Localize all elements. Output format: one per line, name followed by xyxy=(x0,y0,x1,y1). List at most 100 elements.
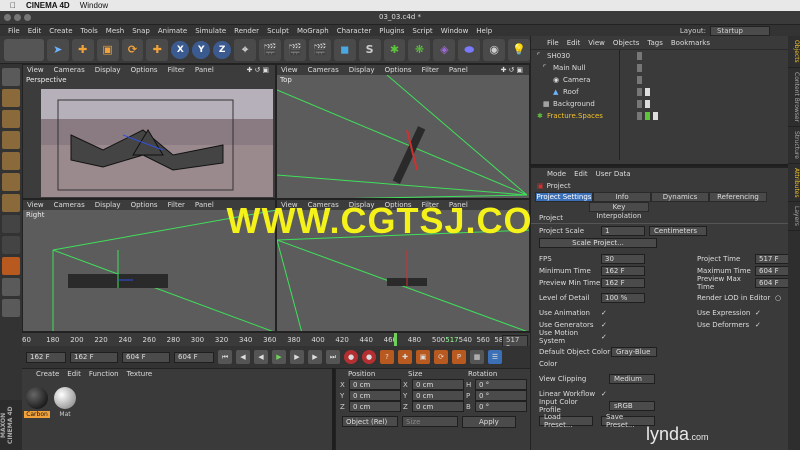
side-tab-structure[interactable]: Structure xyxy=(788,127,800,164)
z-axis-button[interactable]: Z xyxy=(213,40,232,59)
om-menu-objects[interactable]: Objects xyxy=(613,39,639,47)
timeline-ruler[interactable]: 60 180 200 220 240 260 280 300 320 340 3… xyxy=(22,332,530,353)
om-menu-bookmarks[interactable]: Bookmarks xyxy=(671,39,710,47)
viewport-nav-icons[interactable]: ✚↺▣ xyxy=(247,66,271,74)
vp-menu-display[interactable]: Display xyxy=(95,66,121,74)
rotate-icon[interactable]: ⟳ xyxy=(121,38,144,61)
use-animation-checkbox[interactable]: ✓ xyxy=(601,309,608,317)
keyframe-selection-icon[interactable]: ? xyxy=(380,350,394,364)
vp-menu-options[interactable]: Options xyxy=(385,66,412,74)
material-carbon[interactable]: Carbon xyxy=(24,387,50,418)
lod-field[interactable]: 100 % xyxy=(601,293,645,303)
y-axis-button[interactable]: Y xyxy=(192,40,211,59)
next-key-icon[interactable]: ▶ xyxy=(308,350,322,364)
record-icon[interactable]: ● xyxy=(344,350,358,364)
camera-icon[interactable]: ◉ xyxy=(483,38,506,61)
visibility-flags[interactable] xyxy=(637,64,642,72)
menu-plugins[interactable]: Plugins xyxy=(379,27,404,35)
menu-snap[interactable]: Snap xyxy=(132,27,150,35)
linear-workflow-checkbox[interactable]: ✓ xyxy=(601,390,608,398)
object-row[interactable]: ⌜ SH030 xyxy=(531,50,788,62)
use-generators-checkbox[interactable]: ✓ xyxy=(601,321,608,329)
play-icon[interactable]: ▶ xyxy=(272,350,286,364)
visibility-flags[interactable] xyxy=(637,112,658,120)
move-icon[interactable]: ✚ xyxy=(71,38,94,61)
vp-menu-display[interactable]: Display xyxy=(349,66,375,74)
menu-character[interactable]: Character xyxy=(337,27,372,35)
vp-menu-cameras[interactable]: Cameras xyxy=(54,201,85,209)
size-y-field[interactable]: 0 cm xyxy=(412,390,464,401)
vp-menu-view[interactable]: View xyxy=(27,66,44,74)
object-row[interactable]: ⌜ Main Null xyxy=(531,62,788,74)
polygons-mode-icon[interactable] xyxy=(2,194,20,212)
use-motion-checkbox[interactable]: ✓ xyxy=(601,333,608,341)
mac-app-name[interactable]: CINEMA 4D xyxy=(26,1,70,10)
position-z-field[interactable]: 0 cm xyxy=(349,401,401,412)
mat-menu-edit[interactable]: Edit xyxy=(67,370,81,378)
scale-unit-dropdown[interactable]: Centimeters xyxy=(649,226,707,236)
rotation-h-field[interactable]: 0 ° xyxy=(475,379,527,390)
render-view-icon[interactable]: 🎬 xyxy=(259,38,281,61)
menu-script[interactable]: Script xyxy=(412,27,432,35)
menu-edit[interactable]: Edit xyxy=(28,27,42,35)
tab-project-settings[interactable]: Project Settings xyxy=(535,192,593,202)
vp-menu-filter[interactable]: Filter xyxy=(168,201,185,209)
preview-range-end[interactable]: 604 F xyxy=(122,351,170,363)
model-mode-icon[interactable] xyxy=(2,89,20,107)
vp-menu-panel[interactable]: Panel xyxy=(449,66,468,74)
coord-mode-dropdown[interactable]: Object (Rel) xyxy=(342,416,398,427)
render-picture-icon[interactable]: 🎬 xyxy=(283,38,306,61)
side-tab-layers[interactable]: Layers xyxy=(788,202,800,232)
timeline-current-frame[interactable]: 517 xyxy=(445,336,458,344)
key-position-icon[interactable]: ✚ xyxy=(398,350,412,364)
menu-animate[interactable]: Animate xyxy=(158,27,187,35)
goto-end-icon[interactable]: ⏭ xyxy=(326,350,340,364)
mat-menu-function[interactable]: Function xyxy=(89,370,119,378)
end-frame-field[interactable]: 604 F xyxy=(174,351,214,363)
mac-window-menu[interactable]: Window xyxy=(80,1,108,10)
object-row[interactable]: ▲ Roof xyxy=(531,86,788,98)
cube-icon[interactable]: ◼ xyxy=(333,38,356,61)
view-clipping-dropdown[interactable]: Medium xyxy=(609,374,655,384)
start-frame-field[interactable]: 162 F xyxy=(26,351,66,363)
vp-menu-display[interactable]: Display xyxy=(95,201,121,209)
make-editable-icon[interactable] xyxy=(2,68,20,86)
vp-menu-panel[interactable]: Panel xyxy=(195,66,214,74)
autokey-icon[interactable]: ● xyxy=(362,350,376,364)
layout-dropdown[interactable]: Startup xyxy=(710,26,770,36)
side-tab-attributes[interactable]: Attributes xyxy=(788,164,800,203)
am-menu-edit[interactable]: Edit xyxy=(574,170,588,178)
use-deformers-checkbox[interactable]: ✓ xyxy=(755,321,762,329)
axis-mode-icon[interactable] xyxy=(2,215,20,233)
prev-frame-icon[interactable]: ◀ xyxy=(254,350,268,364)
next-frame-icon[interactable]: ▶ xyxy=(290,350,304,364)
menu-sculpt[interactable]: Sculpt xyxy=(267,27,289,35)
side-tab-objects[interactable]: Objects xyxy=(788,36,800,68)
default-color-dropdown[interactable]: Gray-Blue xyxy=(611,347,657,357)
menu-mesh[interactable]: Mesh xyxy=(106,27,124,35)
viewport-perspective[interactable]: View Cameras Display Options Filter Pane… xyxy=(22,64,276,199)
scale-project-button[interactable]: Scale Project... xyxy=(539,238,657,248)
use-expression-checkbox[interactable]: ✓ xyxy=(755,309,762,317)
fps-field[interactable]: 30 xyxy=(601,254,645,264)
object-row[interactable]: ▦ Background xyxy=(531,98,788,110)
visibility-flags[interactable] xyxy=(637,52,642,60)
menu-window[interactable]: Window xyxy=(441,27,469,35)
rotation-p-field[interactable]: 0 ° xyxy=(475,390,527,401)
points-mode-icon[interactable] xyxy=(2,152,20,170)
workplane-grid-icon[interactable] xyxy=(2,278,20,296)
om-menu-file[interactable]: File xyxy=(547,39,559,47)
live-select-icon[interactable]: ✚ xyxy=(146,38,169,61)
om-menu-view[interactable]: View xyxy=(588,39,605,47)
timeline-playhead[interactable] xyxy=(394,333,397,347)
minimum-time-field[interactable]: 162 F xyxy=(601,266,645,276)
load-preset-button[interactable]: Load Preset... xyxy=(539,413,593,429)
visibility-flags[interactable] xyxy=(637,100,650,108)
am-menu-user-data[interactable]: User Data xyxy=(596,170,631,178)
viewport-nav-icons[interactable]: ✚↺▣ xyxy=(501,66,525,74)
apply-button[interactable]: Apply xyxy=(462,416,516,428)
tab-referencing[interactable]: Referencing xyxy=(709,192,767,202)
key-pla-icon[interactable]: ▦ xyxy=(470,350,484,364)
key-scale-icon[interactable]: ▣ xyxy=(416,350,430,364)
object-row-selected[interactable]: ✱ Fracture.Spaces xyxy=(531,110,788,122)
